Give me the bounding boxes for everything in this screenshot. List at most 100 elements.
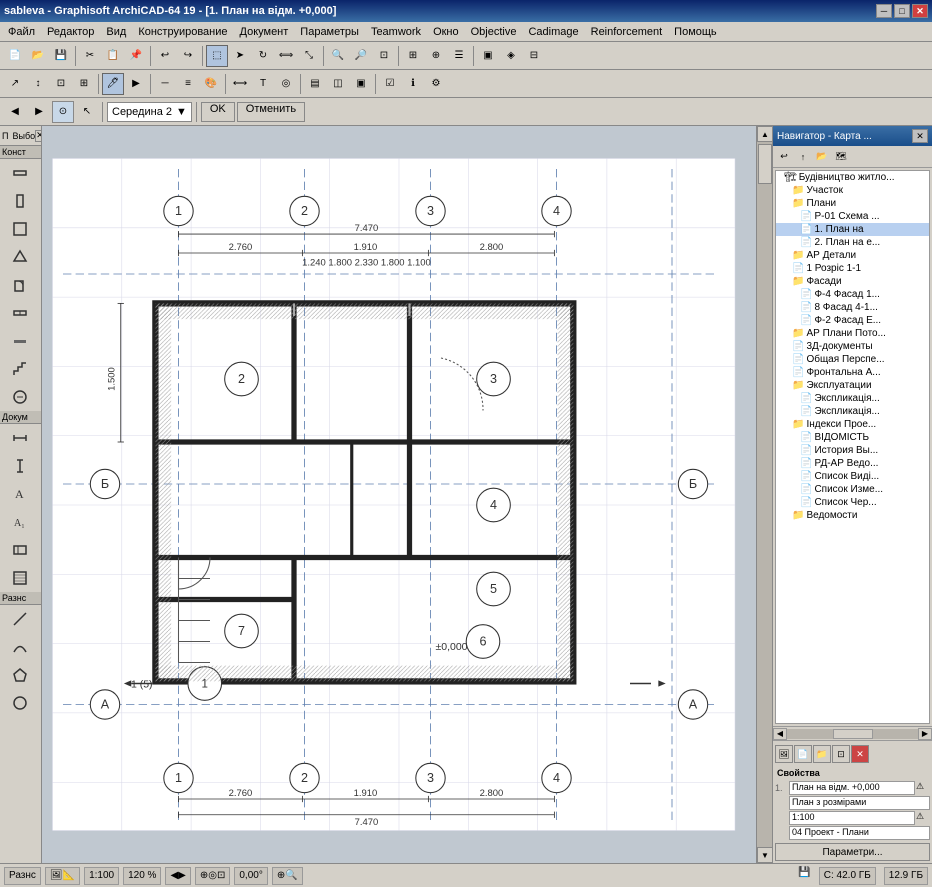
- tree-item[interactable]: 📄Р-01 Схема ...: [776, 210, 929, 223]
- tree-item[interactable]: 📁Фасади: [776, 275, 929, 288]
- tree-item[interactable]: 📄Ф-2 Фасад Е...: [776, 314, 929, 327]
- nav-right-button[interactable]: ▶: [28, 101, 50, 123]
- fill-button[interactable]: ▶: [125, 73, 147, 95]
- pen-button[interactable]: 🖊: [102, 73, 124, 95]
- menu-document[interactable]: Документ: [234, 24, 295, 40]
- tool-label[interactable]: [0, 536, 40, 564]
- select-button[interactable]: ⬚: [206, 45, 228, 67]
- text-button[interactable]: T: [252, 73, 274, 95]
- snap-angle-button[interactable]: ↗: [4, 73, 26, 95]
- tree-item[interactable]: 📄РД-АР Ведо...: [776, 457, 929, 470]
- tree-item[interactable]: 📄Фронтальна А...: [776, 366, 929, 379]
- open-button[interactable]: 📂: [27, 45, 49, 67]
- scroll-thumb[interactable]: [758, 144, 772, 184]
- menu-view[interactable]: Вид: [100, 24, 132, 40]
- panel-tab-p[interactable]: П: [2, 131, 8, 141]
- tree-item[interactable]: 📄Список Чер...: [776, 496, 929, 509]
- nav-scroll-left[interactable]: ◀: [773, 728, 787, 740]
- tree-item[interactable]: 📄Список Виді...: [776, 470, 929, 483]
- tool-circle[interactable]: [0, 689, 40, 717]
- minimize-button[interactable]: ─: [876, 4, 892, 18]
- cut-button[interactable]: ✂: [79, 45, 101, 67]
- 3d-button[interactable]: ▣: [477, 45, 499, 67]
- tool-poly[interactable]: [0, 661, 40, 689]
- menu-help[interactable]: Помощь: [668, 24, 723, 40]
- snap-icon-3[interactable]: ⊡: [217, 870, 225, 881]
- dim-button[interactable]: ⟷: [229, 73, 251, 95]
- guide-button[interactable]: ⊞: [73, 73, 95, 95]
- vertical-scrollbar[interactable]: ▲ ▼: [756, 126, 772, 863]
- mirror-button[interactable]: ⟺: [275, 45, 297, 67]
- nav-close-button[interactable]: ✕: [912, 129, 928, 143]
- tree-item[interactable]: 📄История Вы...: [776, 444, 929, 457]
- tree-item[interactable]: 📁Эксплуатации: [776, 379, 929, 392]
- more3-button[interactable]: ▣: [350, 73, 372, 95]
- menu-parameters[interactable]: Параметры: [294, 24, 365, 40]
- menu-construct[interactable]: Конструирование: [132, 24, 233, 40]
- line-type-button[interactable]: ─: [154, 73, 176, 95]
- menu-edit[interactable]: Редактор: [41, 24, 100, 40]
- scroll-down-button[interactable]: ▼: [757, 847, 773, 863]
- nav-target-button[interactable]: ⊙: [52, 101, 74, 123]
- tool-roof[interactable]: [0, 243, 40, 271]
- nav-scroll-htrack[interactable]: [787, 729, 918, 739]
- scale-button[interactable]: ⤡: [298, 45, 320, 67]
- view-icon-1[interactable]: 🖼: [50, 870, 63, 881]
- tree-item[interactable]: 📄8 Фасад 4-1...: [776, 301, 929, 314]
- tool-object[interactable]: [0, 383, 40, 411]
- panel-close-button[interactable]: ✕: [35, 130, 42, 142]
- tool-slab[interactable]: [0, 215, 40, 243]
- arrow-button[interactable]: ➤: [229, 45, 251, 67]
- floor-dropdown[interactable]: Середина 2 ▼: [107, 102, 192, 122]
- layer-button[interactable]: ☰: [448, 45, 470, 67]
- menu-window[interactable]: Окно: [427, 24, 465, 40]
- tool-wall[interactable]: [0, 159, 40, 187]
- fit-button[interactable]: ⊡: [373, 45, 395, 67]
- tool-stair[interactable]: [0, 355, 40, 383]
- menu-file[interactable]: Файл: [2, 24, 41, 40]
- nav-next-icon[interactable]: ▶: [178, 870, 186, 881]
- tree-item[interactable]: 📁Ведомости: [776, 509, 929, 522]
- nav-back-button[interactable]: ↩: [775, 148, 793, 166]
- redo-button[interactable]: ↪: [177, 45, 199, 67]
- section-button[interactable]: ⊟: [523, 45, 545, 67]
- tree-item[interactable]: 📄Ф-4 Фасад 1...: [776, 288, 929, 301]
- tree-item[interactable]: 📄Экспликація...: [776, 392, 929, 405]
- maximize-button[interactable]: □: [894, 4, 910, 18]
- props-btn-4[interactable]: ⊡: [832, 745, 850, 763]
- save-button[interactable]: 💾: [50, 45, 72, 67]
- tool-dim[interactable]: [0, 424, 40, 452]
- more2-button[interactable]: ◫: [327, 73, 349, 95]
- undo-button[interactable]: ↩: [154, 45, 176, 67]
- zoom-out-button[interactable]: 🔎: [350, 45, 372, 67]
- tool-arc[interactable]: [0, 633, 40, 661]
- navigator-tree[interactable]: 🏗Будівництво житло...📁Участок📁Плани📄Р-01…: [775, 170, 930, 724]
- tool-line[interactable]: [0, 605, 40, 633]
- nav-horizontal-scrollbar[interactable]: ◀ ▶: [773, 726, 932, 740]
- tool-fill[interactable]: [0, 564, 40, 592]
- scroll-up-button[interactable]: ▲: [757, 126, 773, 142]
- parameters-button[interactable]: Параметри...: [775, 843, 930, 861]
- tree-item[interactable]: 📁Участок: [776, 184, 929, 197]
- cancel-button[interactable]: Отменить: [237, 102, 305, 122]
- rotate-button[interactable]: ↻: [252, 45, 274, 67]
- ok-button[interactable]: OK: [201, 102, 235, 122]
- tree-item[interactable]: 📄Экспликація...: [776, 405, 929, 418]
- nav-scroll-hthumb[interactable]: [833, 729, 873, 739]
- tree-item[interactable]: 🏗Будівництво житло...: [776, 171, 929, 184]
- tree-item[interactable]: 📁АР Детали: [776, 249, 929, 262]
- tool-text[interactable]: A: [0, 480, 40, 508]
- nav-scroll-right[interactable]: ▶: [918, 728, 932, 740]
- snap-icon-1[interactable]: ⊕: [200, 870, 208, 881]
- line-weight-button[interactable]: ≡: [177, 73, 199, 95]
- nav-map-button[interactable]: 🗺: [832, 148, 850, 166]
- canvas-area[interactable]: 1 2 3 4 1 2 3 4 Б А Б А: [42, 126, 756, 863]
- nav-up-button[interactable]: ↑: [794, 148, 812, 166]
- snap-icon-2[interactable]: ◎: [208, 870, 217, 881]
- snap-button[interactable]: ⊕: [425, 45, 447, 67]
- tool-dim2[interactable]: [0, 452, 40, 480]
- props-btn-1[interactable]: 🖼: [775, 745, 793, 763]
- panel-tab-select[interactable]: Выбо: [12, 131, 35, 141]
- tree-item[interactable]: 📄Список Изме...: [776, 483, 929, 496]
- menu-cadimage[interactable]: Cadimage: [522, 24, 584, 40]
